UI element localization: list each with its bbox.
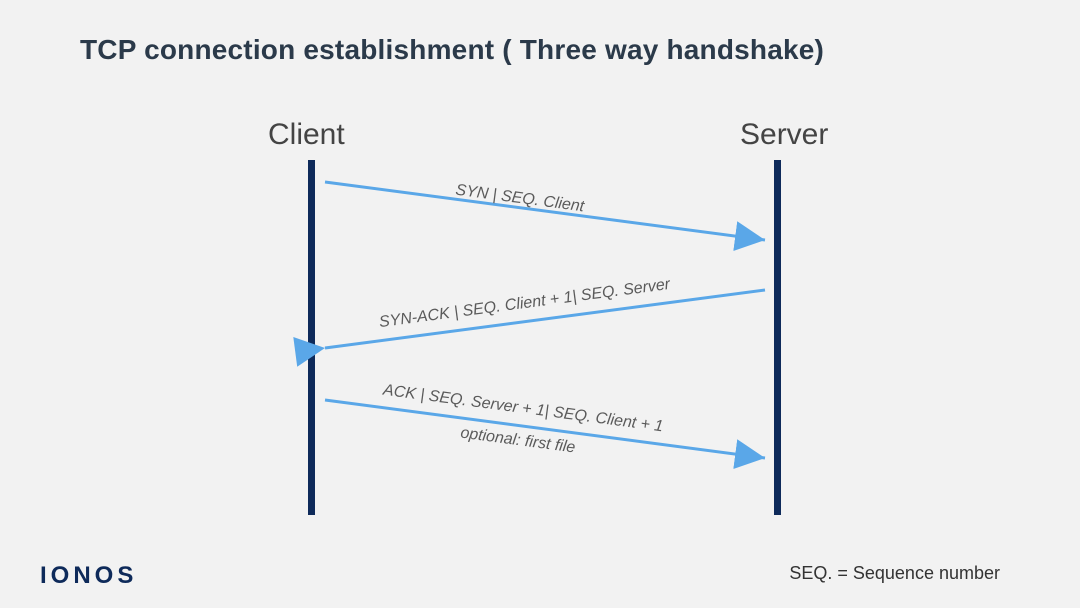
message-1-label: SYN | SEQ. Client bbox=[454, 182, 585, 217]
message-3-label: ACK | SEQ. Server + 1| SEQ. Client + 1 bbox=[382, 382, 664, 437]
diagram-title: TCP connection establishment ( Three way… bbox=[80, 34, 824, 66]
legend-text: SEQ. = Sequence number bbox=[789, 563, 1000, 584]
server-label: Server bbox=[740, 118, 828, 152]
client-lifeline bbox=[308, 160, 315, 515]
server-lifeline bbox=[774, 160, 781, 515]
brand-logo: IONOS bbox=[40, 562, 137, 590]
client-label: Client bbox=[268, 118, 345, 152]
message-3-sublabel: optional: first file bbox=[459, 425, 576, 458]
message-2-label: SYN-ACK | SEQ. Client + 1| SEQ. Server bbox=[378, 276, 671, 332]
